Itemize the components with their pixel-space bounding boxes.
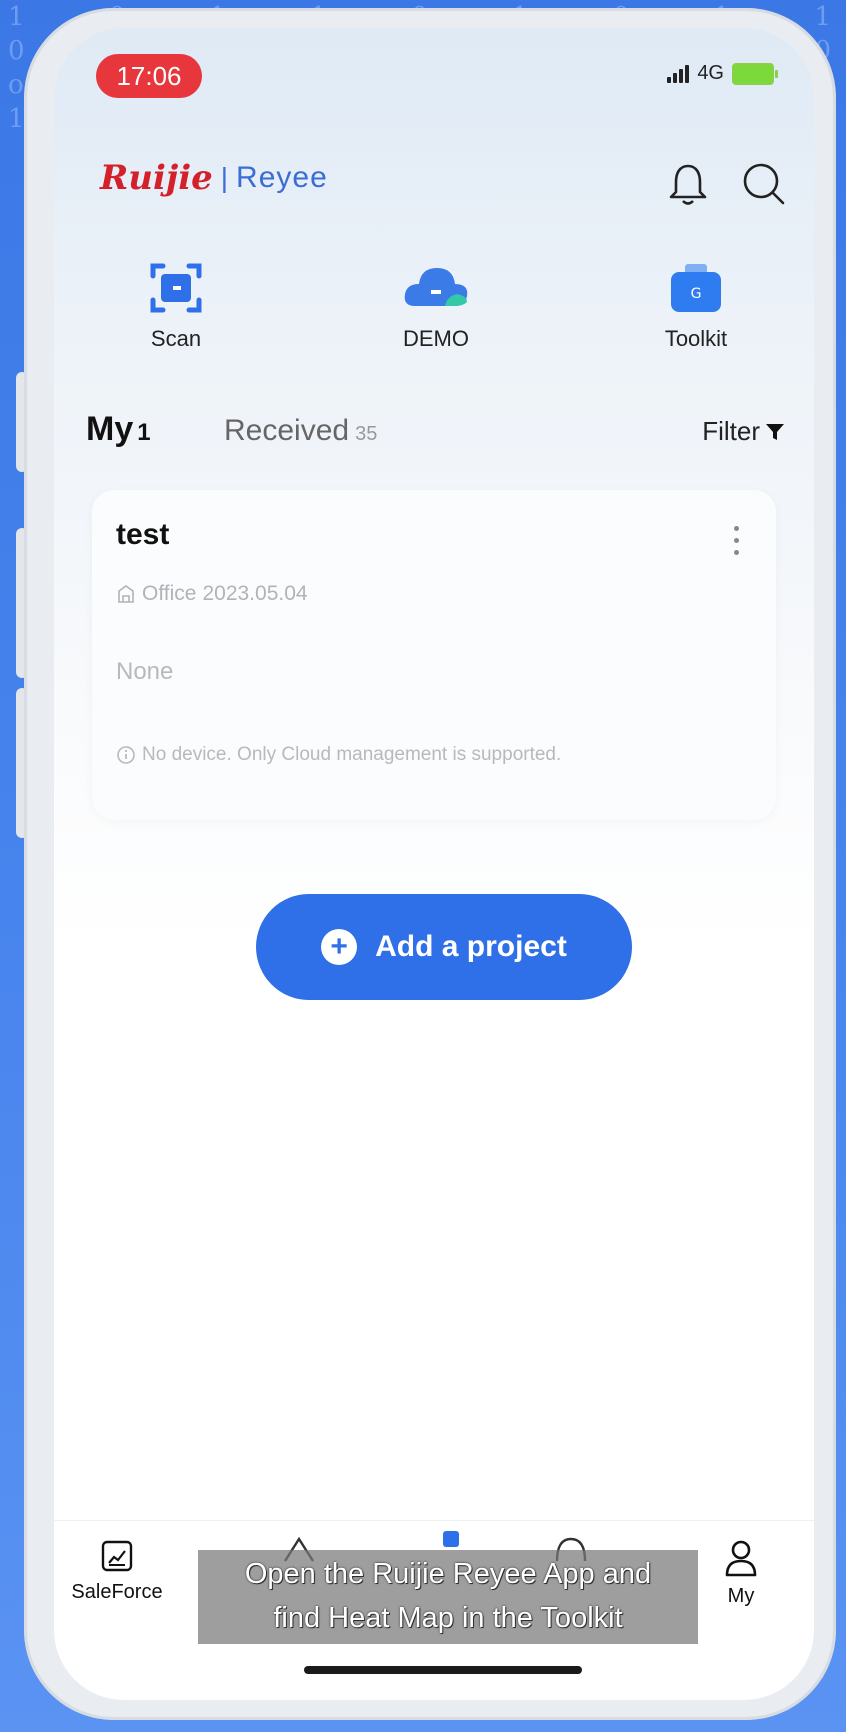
app-logo: Ruijie | Reyee <box>100 158 328 198</box>
project-title: test <box>116 518 170 551</box>
signal-icon <box>667 64 690 83</box>
project-note: No device. Only Cloud management is supp… <box>116 744 561 766</box>
quick-action-demo[interactable]: DEMO <box>336 258 536 352</box>
project-description: None <box>116 658 174 685</box>
tabbar-saleforce-label: SaleForce <box>71 1581 163 1603</box>
project-card[interactable]: test Office 2023.05.04 None No device. O… <box>92 490 776 820</box>
quick-action-label: Toolkit <box>664 326 728 351</box>
scan-icon <box>141 258 211 318</box>
bell-icon[interactable] <box>662 158 714 210</box>
quick-action-label: Scan <box>150 326 202 351</box>
video-subtitle: Open the Ruijie Reyee App and find Heat … <box>198 1550 698 1644</box>
quick-action-toolkit[interactable]: G Toolkit <box>596 258 796 352</box>
logo-reyee: Reyee <box>236 161 328 194</box>
search-icon[interactable] <box>738 158 790 210</box>
plus-icon: + <box>321 929 358 965</box>
cloud-icon <box>401 258 471 318</box>
quick-action-label: DEMO <box>403 326 469 351</box>
filter-button[interactable]: Filter <box>702 416 786 447</box>
more-options-icon[interactable] <box>732 526 740 562</box>
tabbar-my[interactable]: My <box>686 1539 796 1608</box>
tabbar-my-label: My <box>727 1585 755 1607</box>
chart-icon <box>101 1540 133 1572</box>
quick-action-scan[interactable]: Scan <box>76 258 276 352</box>
network-type: 4G <box>697 62 724 84</box>
subtitle-line-1: Open the Ruijie Reyee App and <box>244 1558 652 1590</box>
tabbar-saleforce[interactable]: SaleForce <box>62 1539 172 1604</box>
info-icon <box>117 746 135 764</box>
tab-my-count: 1 <box>137 419 151 446</box>
status-indicators: 4G <box>667 62 778 85</box>
filter-icon <box>766 423 784 440</box>
home-indicator[interactable] <box>304 1666 582 1674</box>
toolkit-icon: G <box>661 258 731 318</box>
user-icon <box>725 1540 757 1577</box>
status-time: 17:06 <box>96 54 202 98</box>
project-meta: Office 2023.05.04 <box>116 582 308 606</box>
tab-received[interactable]: Received 35 <box>224 414 377 448</box>
add-project-button[interactable]: + Add a project <box>256 894 632 1000</box>
project-date: 2023.05.04 <box>202 582 308 605</box>
svg-text:G: G <box>691 286 702 302</box>
building-icon <box>118 585 134 603</box>
logo-separator: | <box>220 162 229 193</box>
subtitle-line-2: find Heat Map in the Toolkit <box>273 1602 623 1634</box>
filter-label: Filter <box>702 416 760 446</box>
logo-ruijie: Ruijie <box>100 158 213 198</box>
tab-my-label: My <box>86 410 134 448</box>
tab-received-label: Received <box>224 414 350 447</box>
tab-my[interactable]: My 1 <box>86 410 151 449</box>
tab-received-count: 35 <box>355 423 378 445</box>
project-type: Office <box>142 582 197 605</box>
project-note-text: No device. Only Cloud management is supp… <box>142 744 562 765</box>
battery-icon <box>732 62 778 85</box>
add-project-label: Add a project <box>375 930 567 963</box>
project-tabs: My 1 Received 35 Filter <box>86 410 786 460</box>
app-screen: 17:06 4G Ruijie | Reyee Scan DEMO G Tool… <box>54 28 814 1700</box>
